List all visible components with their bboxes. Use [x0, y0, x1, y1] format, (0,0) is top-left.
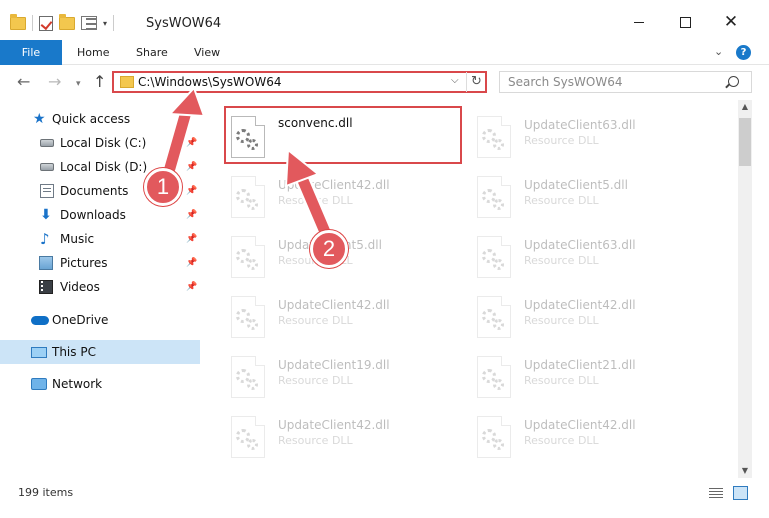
annotation-arrows: [162, 86, 333, 240]
step-2-badge: 2: [310, 230, 348, 268]
step-1-badge: 1: [144, 168, 182, 206]
arrow-2: [284, 148, 333, 240]
arrow-1: [162, 86, 206, 176]
